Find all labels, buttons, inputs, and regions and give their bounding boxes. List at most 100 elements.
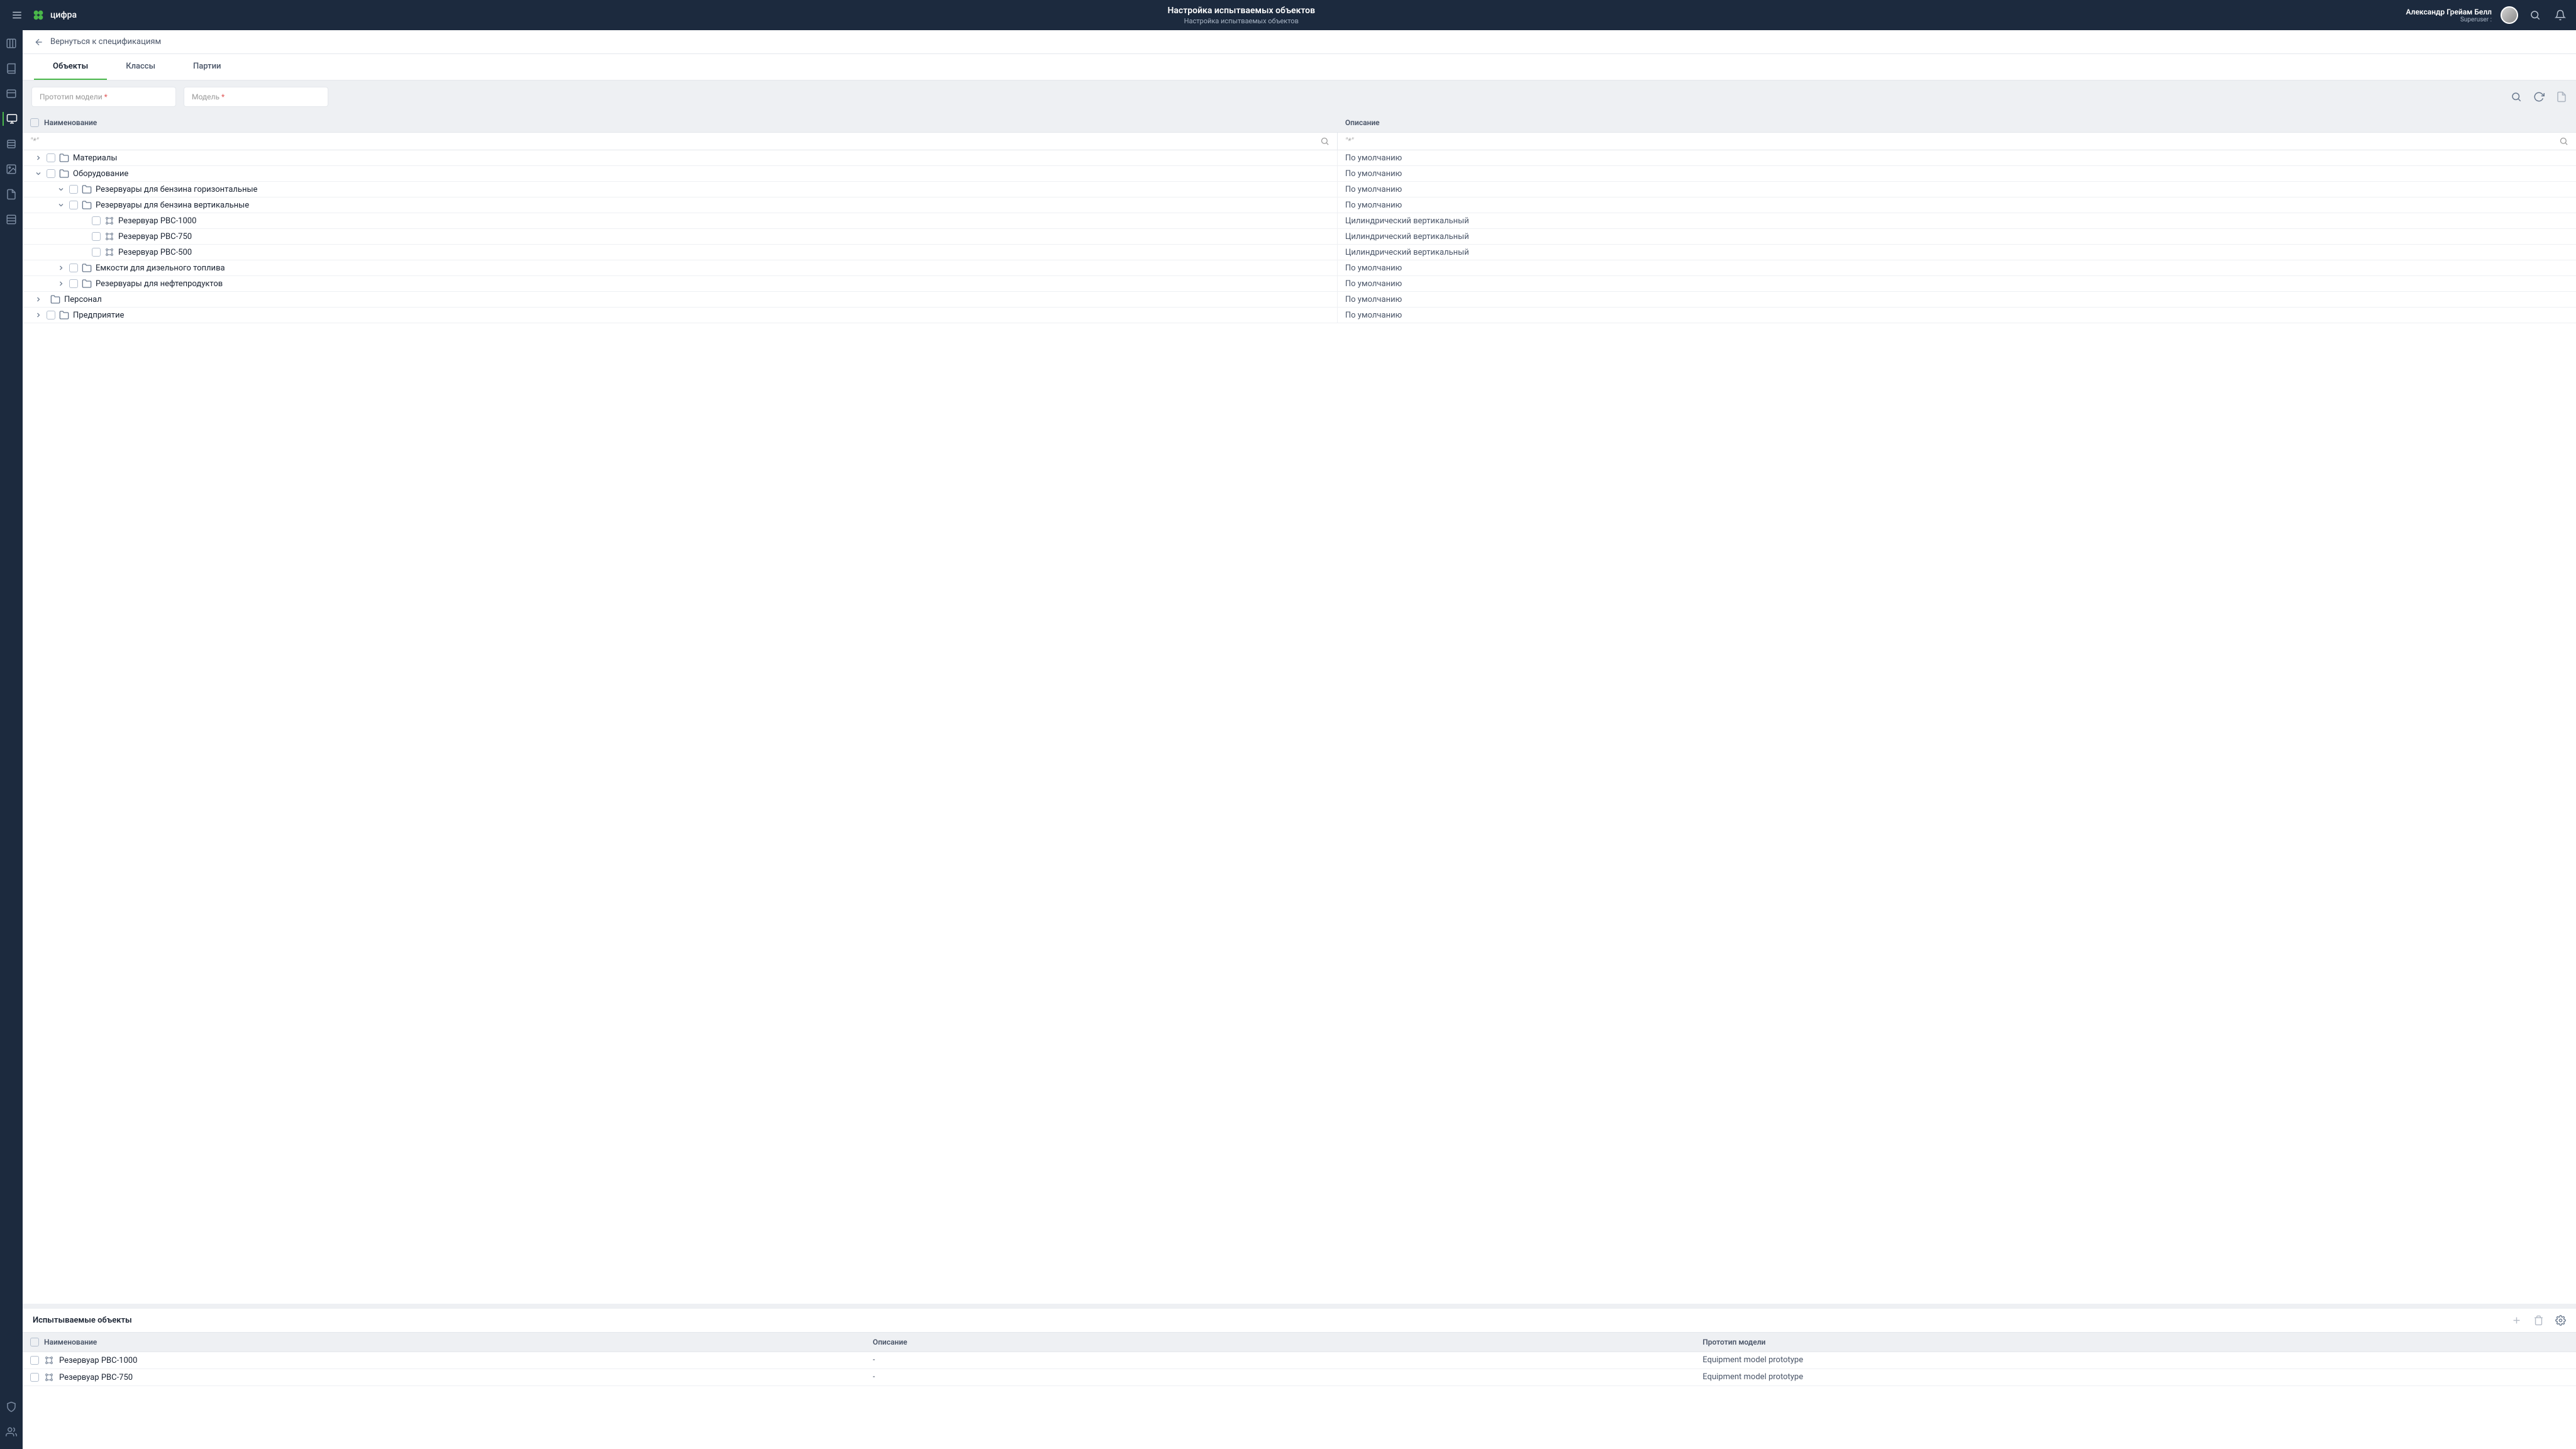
row-description: По умолчанию [1338, 260, 2576, 275]
row-label: Предприятие [73, 311, 124, 320]
tree-row[interactable]: Резервуар РВС-500Цилиндрический вертикал… [23, 245, 2576, 260]
chevron-down-icon[interactable] [57, 201, 65, 209]
row-checkbox[interactable] [69, 264, 78, 272]
row-checkbox[interactable] [92, 248, 101, 257]
row-checkbox[interactable] [92, 216, 101, 225]
chevron-right-icon[interactable] [34, 154, 43, 162]
tree-row[interactable]: ПерсоналПо умолчанию [23, 292, 2576, 308]
back-button[interactable] [34, 37, 44, 47]
row-checkbox[interactable] [69, 185, 78, 194]
tree-row[interactable]: Емкости для дизельного топлива По умолчан… [23, 260, 2576, 276]
refresh-icon[interactable] [2533, 91, 2545, 103]
chevron-down-icon[interactable] [57, 186, 65, 193]
chevron-right-icon[interactable] [57, 280, 65, 287]
delete-icon[interactable] [2533, 1315, 2544, 1326]
tree-row[interactable]: МатериалыПо умолчанию [23, 150, 2576, 166]
chevron-right-icon[interactable] [34, 296, 43, 303]
model-filter[interactable]: Модель [184, 87, 328, 107]
breadcrumb-bar: Вернуться к спецификациям [23, 30, 2576, 54]
avatar[interactable] [2501, 6, 2518, 24]
object-icon [104, 216, 114, 226]
sidebar-nav-2[interactable] [4, 62, 18, 75]
folder-icon [82, 263, 92, 273]
folder-icon [59, 169, 69, 179]
add-icon[interactable] [2511, 1315, 2522, 1326]
tree-row[interactable]: ОборудованиеПо умолчанию [23, 166, 2576, 182]
prototype-model-filter[interactable]: Прототип модели [31, 87, 176, 107]
sidebar-nav-1[interactable] [4, 36, 18, 50]
sidebar-nav-5[interactable] [4, 137, 18, 151]
folder-icon [59, 310, 69, 320]
row-description: Цилиндрический вертикальный [1338, 229, 2576, 244]
tree-table-header: Наименование Описание [23, 113, 2576, 133]
row-description: Цилиндрический вертикальный [1338, 213, 2576, 228]
tree-row[interactable]: Резервуары для нефтепродуктовПо умолчани… [23, 276, 2576, 292]
row-checkbox[interactable] [30, 1373, 39, 1382]
sidebar-nav-6[interactable] [4, 162, 18, 176]
search-icon[interactable] [2559, 136, 2568, 146]
header-search-button[interactable] [2527, 7, 2543, 23]
hamburger-menu-button[interactable] [8, 6, 26, 25]
row-checkbox[interactable] [47, 311, 55, 319]
tree-row[interactable]: Резервуар РВС-750 Цилиндрический вертикал… [23, 229, 2576, 245]
tab-objects[interactable]: Объекты [34, 54, 107, 80]
notifications-button[interactable] [2552, 7, 2568, 23]
chevron-right-icon[interactable] [57, 264, 65, 272]
row-label: Резервуар РВС-750 [118, 232, 192, 242]
bottom-select-all[interactable] [30, 1338, 39, 1346]
select-all-checkbox[interactable] [30, 118, 39, 127]
folder-icon [50, 294, 60, 304]
settings-icon[interactable] [2555, 1315, 2566, 1326]
breadcrumb-text[interactable]: Вернуться к спецификациям [50, 37, 161, 47]
tabs: Объекты Классы Партии [23, 54, 2576, 80]
bottom-panel-title: Испытываемые объекты [33, 1316, 132, 1325]
row-checkbox[interactable] [30, 1356, 39, 1365]
folder-icon [82, 279, 92, 289]
bottom-row[interactable]: Резервуар РВС-750-Equipment model protot… [23, 1369, 2576, 1386]
row-checkbox[interactable] [69, 201, 78, 209]
tree-row[interactable]: Резервуары для бензина вертикальныеПо ум… [23, 197, 2576, 213]
sidebar-nav-7[interactable] [4, 187, 18, 201]
sidebar-nav-4-active[interactable] [3, 112, 19, 126]
tree-search-desc[interactable]: "*" [1338, 133, 2576, 150]
chevron-down-icon[interactable] [34, 170, 43, 177]
filter-search-icon[interactable] [2511, 91, 2522, 103]
folder-icon [82, 184, 92, 194]
bottom-row-name: Резервуар РВС-750 [59, 1373, 133, 1382]
row-checkbox[interactable] [69, 279, 78, 288]
page-subtitle: Настройка испытваемых объектов [77, 17, 2406, 25]
row-description: По умолчанию [1338, 150, 2576, 165]
search-icon[interactable] [1320, 136, 1330, 146]
row-description: По умолчанию [1338, 292, 2576, 307]
filters-row: Прототип модели Модель [23, 80, 2576, 113]
tree-row[interactable]: Резервуары для бензина горизонтальныеПо … [23, 182, 2576, 197]
row-label: Емкости для дизельного топлива [96, 264, 225, 273]
row-label: Резервуары для бензина вертикальные [96, 201, 249, 210]
col-name-header: Наименование [44, 118, 97, 127]
bottom-row-proto: Equipment model prototype [1695, 1352, 2576, 1368]
bottom-row-desc: - [865, 1352, 1696, 1368]
row-description: По умолчанию [1338, 308, 2576, 323]
row-label: Оборудование [73, 169, 128, 179]
export-icon[interactable] [2556, 91, 2567, 103]
bottom-row[interactable]: Резервуар РВС-1000-Equipment model proto… [23, 1352, 2576, 1369]
object-icon [44, 1372, 54, 1382]
sidebar-users-icon[interactable] [4, 1425, 18, 1439]
row-checkbox[interactable] [92, 232, 101, 241]
row-checkbox[interactable] [47, 153, 55, 162]
object-icon [104, 247, 114, 257]
col-desc-header: Описание [1338, 113, 2576, 132]
tree-row[interactable]: Предприятие По умолчанию [23, 308, 2576, 323]
tab-parties[interactable]: Партии [174, 54, 240, 80]
tab-classes[interactable]: Классы [107, 54, 174, 80]
user-name: Александр Грейам Белл [2406, 8, 2492, 16]
sidebar-nav-8[interactable] [4, 213, 18, 226]
row-description: Цилиндрический вертикальный [1338, 245, 2576, 260]
row-checkbox[interactable] [47, 169, 55, 178]
user-role: Superuser : [2406, 16, 2492, 23]
tree-search-name[interactable]: "*" [23, 133, 1338, 150]
tree-row[interactable]: Резервуар РВС-1000Цилиндрический вертика… [23, 213, 2576, 229]
chevron-right-icon[interactable] [34, 311, 43, 319]
sidebar-shield-icon[interactable] [4, 1400, 18, 1414]
sidebar-nav-3[interactable] [4, 87, 18, 101]
